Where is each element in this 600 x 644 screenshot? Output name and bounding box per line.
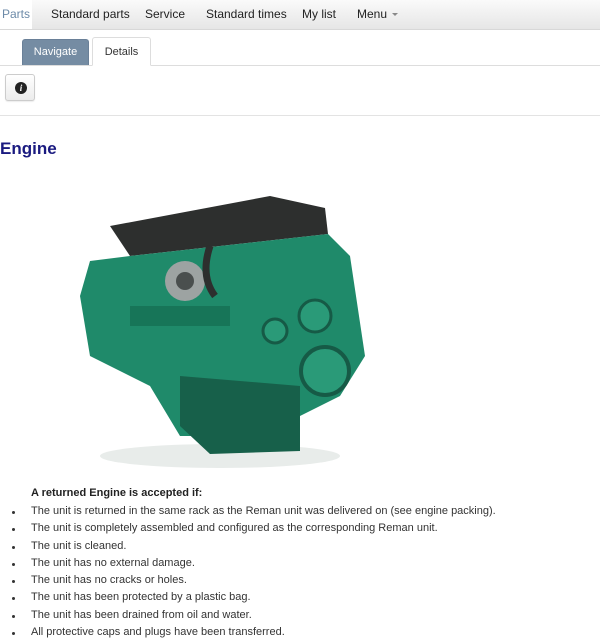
- engine-turbo-inlet: [176, 272, 194, 290]
- nav-standard-parts[interactable]: Standard parts: [51, 0, 130, 29]
- list-item: The unit is completely assembled and con…: [12, 520, 496, 537]
- engine-manifold: [130, 306, 230, 326]
- list-item: The unit is returned in the same rack as…: [12, 503, 496, 520]
- nav-menu[interactable]: Menu: [357, 0, 399, 29]
- engine-pulley-large: [299, 345, 351, 397]
- info-circle-icon: i: [15, 82, 27, 94]
- list-item: The unit has no cracks or holes.: [12, 572, 496, 589]
- engine-pulley: [297, 298, 333, 334]
- page-title: Engine: [0, 139, 57, 158]
- engine-image: [80, 196, 365, 468]
- nav-service[interactable]: Service: [145, 0, 185, 29]
- list-item: The unit has been protected by a plastic…: [12, 589, 496, 606]
- nav-menu-label: Menu: [357, 7, 388, 21]
- list-item: All protective caps and plugs have been …: [12, 624, 496, 641]
- divider: [0, 115, 600, 116]
- tab-details[interactable]: Details: [92, 37, 151, 66]
- caret-down-icon: [392, 13, 399, 16]
- tab-bar: Navigate Details: [0, 37, 600, 66]
- nav-standard-times[interactable]: Standard times: [206, 0, 287, 29]
- accept-heading: A returned Engine is accepted if:: [31, 487, 203, 499]
- nav-my-list[interactable]: My list: [302, 0, 336, 29]
- nav-parts[interactable]: Parts: [0, 0, 32, 29]
- engine-oil-pan: [180, 376, 300, 454]
- top-navbar: Parts Standard parts Service Standard ti…: [0, 0, 600, 30]
- list-item: The unit is cleaned.: [12, 538, 496, 555]
- list-item: The unit has been drained from oil and w…: [12, 607, 496, 624]
- engine-pulley-small: [261, 317, 289, 345]
- info-button[interactable]: i: [5, 74, 35, 101]
- tab-navigate[interactable]: Navigate: [22, 39, 89, 65]
- list-item: The unit has no external damage.: [12, 555, 496, 572]
- conditions-list: The unit is returned in the same rack as…: [0, 503, 496, 641]
